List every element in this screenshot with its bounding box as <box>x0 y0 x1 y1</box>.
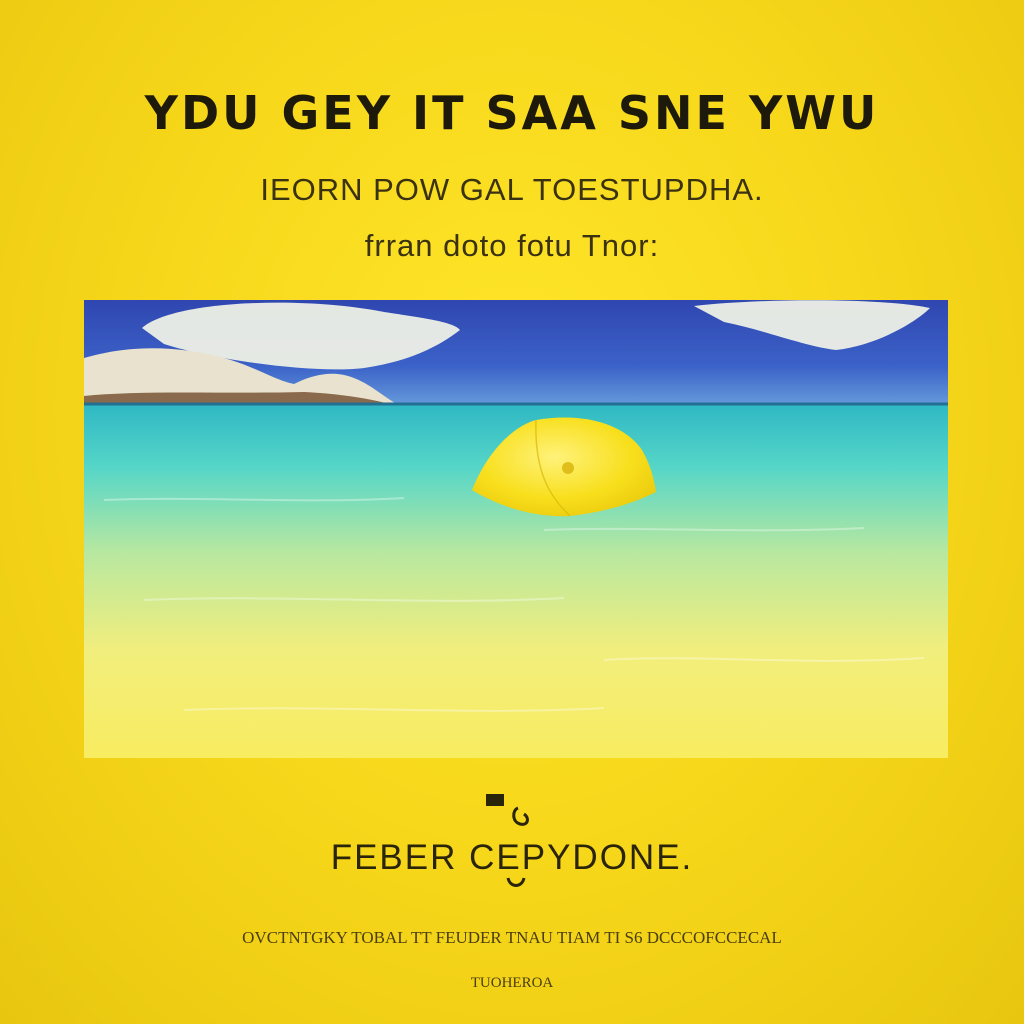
headline: YDU GEY IT SAA SNE YWU <box>144 86 880 140</box>
fine-print: OVCTNTGKY TOBAL TT FEUDER TNAU TIAM TI S… <box>242 928 782 947</box>
poster: YDU GEY IT SAA SNE YWU IEORN POW GAL TOE… <box>0 0 1024 1024</box>
footer-title: FEBER CEPYDONE. <box>330 838 694 877</box>
subline-1: IEORN POW GAL TOESTUPDHA. <box>260 172 764 207</box>
fine-print-2: TUOHEROA <box>470 975 554 991</box>
subline-2: frran doto fotu Tnor: <box>364 228 660 263</box>
beach-photo <box>84 300 948 758</box>
